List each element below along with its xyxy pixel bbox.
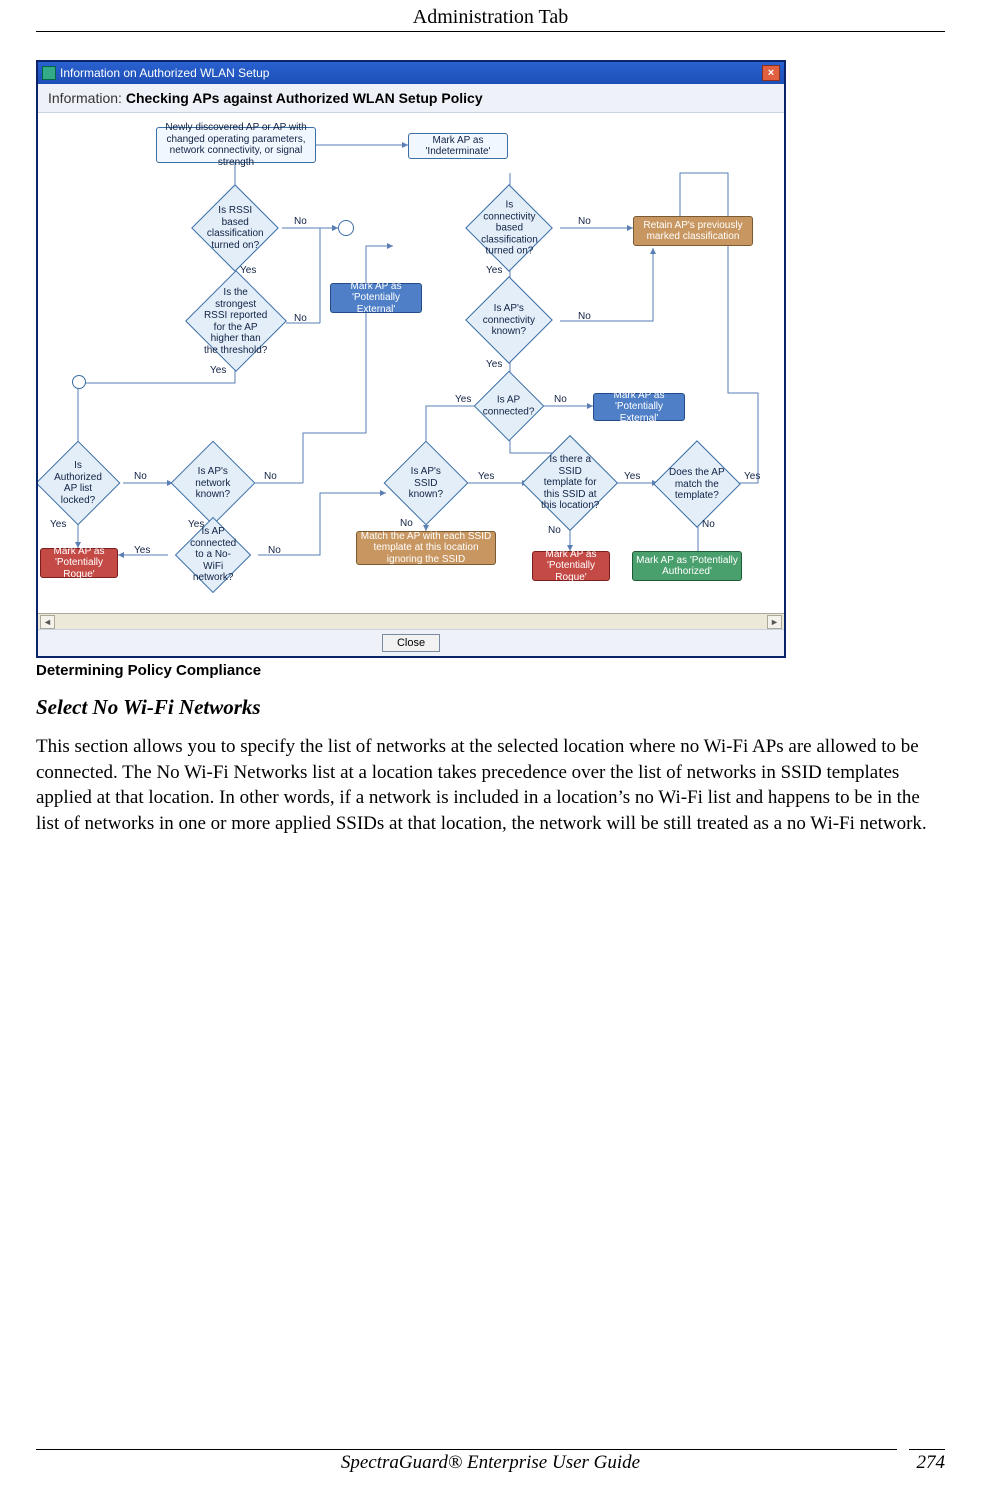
node-net-known: Is AP's network known? (171, 441, 256, 526)
scrollbar-horizontal[interactable]: ◄ ► (38, 613, 784, 629)
info-label: Information: (48, 90, 122, 106)
scroll-left-icon[interactable]: ◄ (40, 615, 55, 629)
dialog-info-bar: Information: Checking APs against Author… (38, 84, 784, 113)
node-mark-rogue-2: Mark AP as 'Potentially Rogue' (532, 551, 610, 581)
edge-label-yes: Yes (478, 471, 494, 482)
footer-rule (36, 1449, 897, 1450)
node-mark-indeterminate: Mark AP as 'Indeterminate' (408, 133, 508, 159)
dialog-window: Information on Authorized WLAN Setup × I… (36, 60, 786, 658)
node-pot-ext-1: Mark AP as 'Potentially External' (330, 283, 422, 313)
info-bold: Checking APs against Authorized WLAN Set… (126, 90, 483, 106)
edge-label-yes: Yes (134, 545, 150, 556)
node-tmpl-exists: Is there a SSID template for this SSID a… (522, 435, 618, 531)
edge-label-yes: Yes (455, 394, 471, 405)
connector-circle-2 (72, 375, 86, 389)
footer-title: SpectraGuard® Enterprise User Guide (36, 1452, 945, 1474)
node-mark-authorized: Mark AP as 'Potentially Authorized' (632, 551, 742, 581)
dialog-button-row: Close (38, 629, 784, 656)
node-conn-known: Is AP's connectivity known? (465, 276, 553, 364)
edge-label-yes: Yes (50, 519, 66, 530)
node-match-tmpl: Does the AP match the template? (653, 440, 741, 528)
flowchart: Newly discovered AP or AP with changed o… (38, 113, 784, 613)
section-heading: Select No Wi-Fi Networks (36, 695, 945, 720)
node-new-ap: Newly discovered AP or AP with changed o… (156, 127, 316, 163)
edge-label-yes: Yes (240, 265, 256, 276)
node-pot-ext-2: Mark AP as 'Potentially External' (593, 393, 685, 421)
edge-label-yes: Yes (624, 471, 640, 482)
edge-label-no: No (264, 471, 277, 482)
edge-label-no: No (268, 545, 281, 556)
body-paragraph: This section allows you to specify the l… (36, 734, 945, 837)
edge-label-yes: Yes (744, 471, 760, 482)
figure-caption: Determining Policy Compliance (36, 662, 945, 679)
scroll-right-icon[interactable]: ► (767, 615, 782, 629)
node-match-each-ssid: Match the AP with each SSID template at … (356, 531, 496, 565)
dialog-title: Information on Authorized WLAN Setup (60, 66, 762, 80)
close-button[interactable]: Close (382, 634, 440, 652)
close-icon[interactable]: × (762, 65, 780, 81)
footer-rule-short (909, 1449, 945, 1450)
dialog-titlebar: Information on Authorized WLAN Setup × (38, 62, 784, 84)
edge-label-no: No (578, 216, 591, 227)
page-footer: SpectraGuard® Enterprise User Guide 274 (36, 1449, 945, 1474)
figure: Information on Authorized WLAN Setup × I… (36, 60, 945, 679)
node-ap-connected: Is AP connected? (474, 371, 545, 442)
node-rssi-threshold: Is the strongest RSSI reported for the A… (185, 270, 287, 372)
edge-label-no: No (294, 313, 307, 324)
edge-label-no: No (134, 471, 147, 482)
node-retain-classification: Retain AP's previously marked classifica… (633, 216, 753, 246)
connector-circle (338, 220, 354, 236)
edge-label-no: No (294, 216, 307, 227)
node-conn-on: Is connectivity based classification tur… (465, 184, 553, 272)
running-head: Administration Tab (36, 0, 945, 29)
node-mark-rogue-1: Mark AP as 'Potentially Rogue' (40, 548, 118, 578)
app-icon (42, 66, 56, 80)
edge-label-no: No (702, 519, 715, 530)
node-ssid-known: Is AP's SSID known? (384, 441, 469, 526)
node-auth-locked: Is Authorized AP list locked? (38, 441, 120, 526)
edge-label-yes: Yes (210, 365, 226, 376)
edge-label-no: No (554, 394, 567, 405)
edge-label-yes: Yes (486, 265, 502, 276)
edge-label-yes: Yes (486, 359, 502, 370)
edge-label-no: No (548, 525, 561, 536)
node-nowifi: Is AP connected to a No-WiFi network? (175, 517, 251, 593)
edge-label-no: No (400, 518, 413, 529)
node-rssi-on: Is RSSI based classification turned on? (191, 184, 279, 272)
edge-label-no: No (578, 311, 591, 322)
